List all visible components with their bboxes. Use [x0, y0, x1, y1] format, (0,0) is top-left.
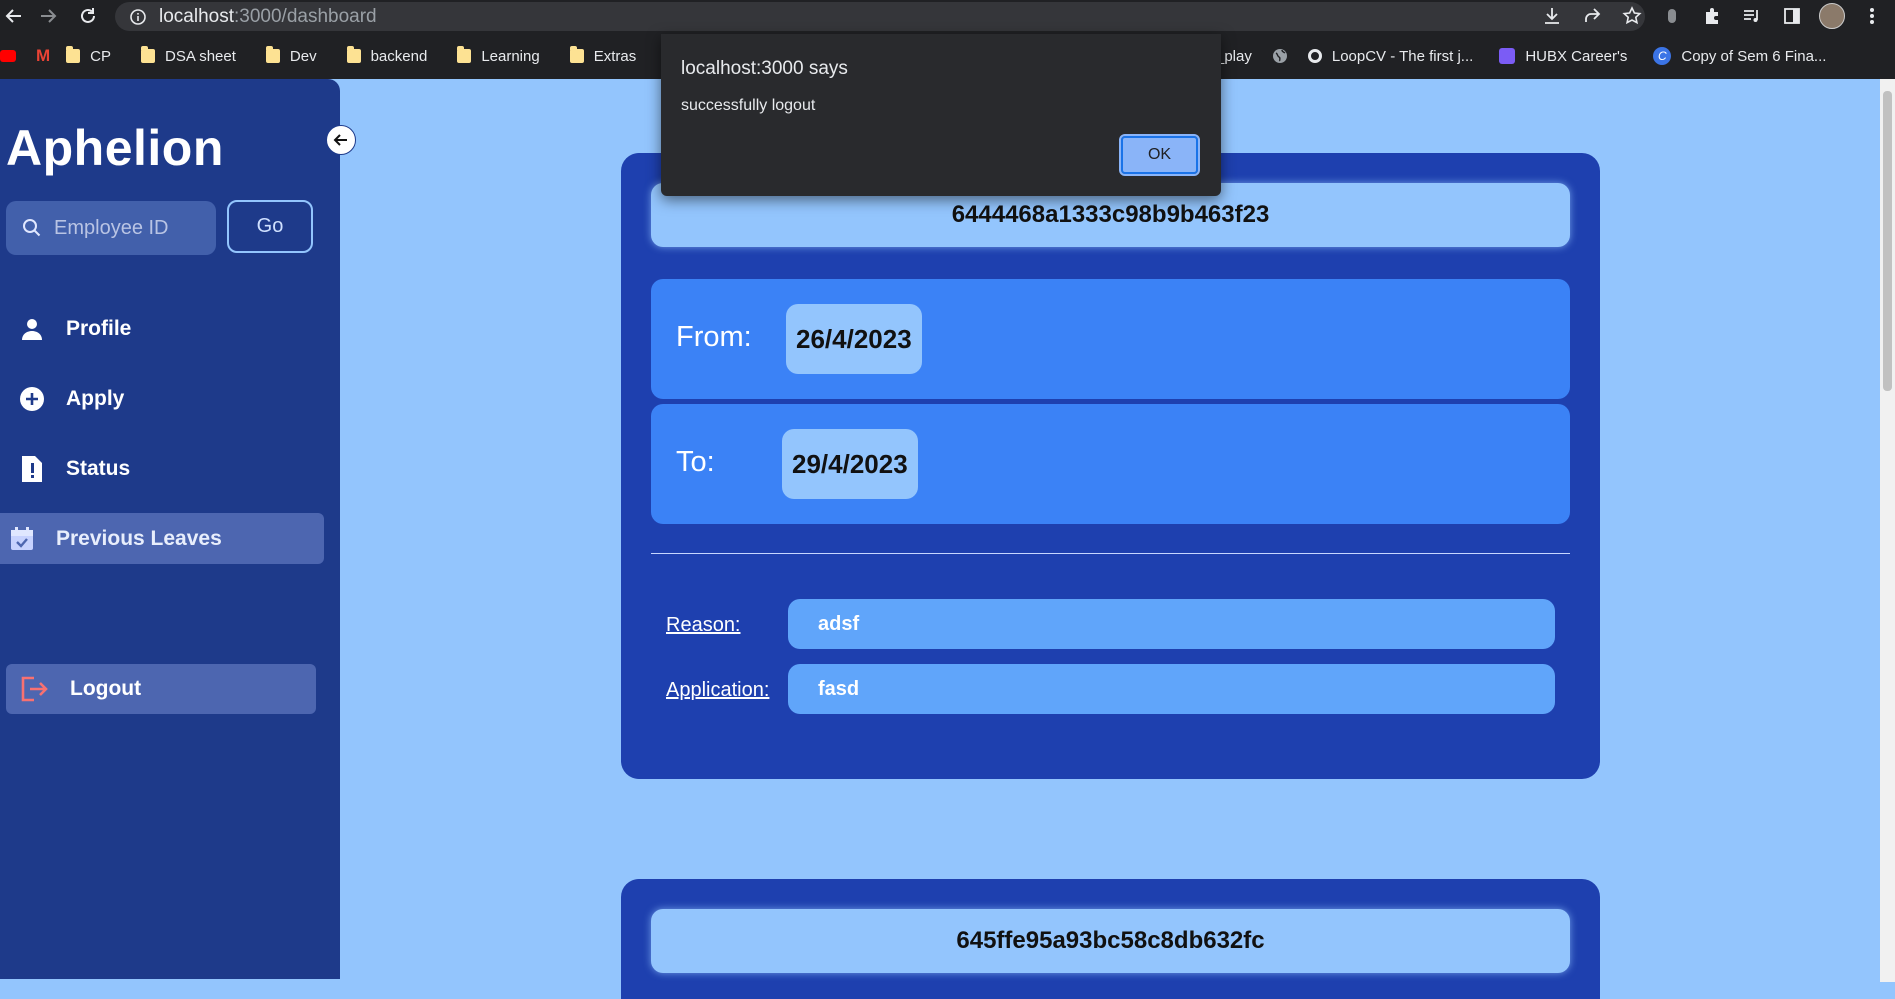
- brand-title: Aphelion: [6, 120, 224, 176]
- forward-icon[interactable]: [34, 2, 62, 30]
- to-label: To:: [676, 446, 715, 478]
- folder-icon: [346, 46, 361, 63]
- profile-avatar[interactable]: [1819, 3, 1845, 29]
- sidebar-item-label: Previous Leaves: [56, 526, 222, 550]
- sidebar-item-profile[interactable]: Profile: [18, 315, 131, 343]
- extension-icon[interactable]: [1659, 3, 1685, 29]
- ok-button[interactable]: OK: [1119, 134, 1200, 176]
- list-icon: [1499, 48, 1516, 64]
- reason-value: adsf: [788, 599, 1555, 649]
- application-label: Application:: [666, 679, 770, 701]
- from-date-row: From: 26/4/2023: [651, 279, 1570, 399]
- folder-icon: [141, 46, 156, 63]
- sidebar-item-label: Profile: [66, 317, 132, 340]
- folder-icon: [66, 46, 81, 63]
- browser-actions: [1539, 3, 1885, 29]
- bookmark-loopcv[interactable]: LoopCV - The first j...: [1302, 41, 1483, 71]
- arrow-left-icon: [333, 132, 349, 148]
- alert-message: successfully logout: [681, 97, 816, 114]
- bookmark-label: LoopCV - The first j...: [1331, 47, 1474, 65]
- bookmark-folder[interactable]: CP: [60, 41, 121, 71]
- sidebar-item-label: Apply: [66, 387, 125, 410]
- to-date-value: 29/4/2023: [782, 429, 918, 499]
- bookmark-label: CP: [90, 47, 112, 65]
- canva-icon: C: [1653, 47, 1672, 65]
- bookmark-folder[interactable]: DSA sheet: [135, 41, 246, 71]
- media-icon[interactable]: [1739, 3, 1765, 29]
- logout-button[interactable]: Logout: [6, 664, 316, 714]
- alert-dialog: localhost:3000 says successfully logout …: [661, 34, 1221, 196]
- share-icon[interactable]: [1579, 3, 1605, 29]
- bookmark-globe[interactable]: [1266, 41, 1298, 71]
- collapse-sidebar-button[interactable]: [326, 125, 356, 155]
- bookmark-folder[interactable]: Extras: [564, 41, 647, 71]
- bookmark-label: Dev: [289, 47, 317, 65]
- bookmark-folder[interactable]: Dev: [260, 41, 327, 71]
- folder-icon: [569, 46, 584, 63]
- site-info-icon[interactable]: [129, 8, 147, 26]
- url-host: localhost: [159, 5, 234, 27]
- gmail-bookmark[interactable]: M: [30, 41, 60, 71]
- bookmark-label: Extras: [593, 47, 637, 65]
- logout-icon: [20, 676, 48, 702]
- loopcv-icon: [1307, 49, 1322, 63]
- search-icon: [22, 218, 42, 238]
- youtube-icon: [0, 50, 16, 62]
- bookmark-label: Learning: [481, 47, 540, 65]
- folder-icon: [265, 46, 280, 63]
- bookmark-label: Copy of Sem 6 Fina...: [1681, 47, 1827, 65]
- sidebar: Aphelion Go Profile Apply Status Previou…: [0, 79, 340, 979]
- menu-kebab-icon[interactable]: [1859, 3, 1885, 29]
- bookmark-label: HUBX Career's: [1525, 47, 1628, 65]
- url-path: :3000/dashboard: [234, 5, 377, 27]
- to-date-row: To: 29/4/2023: [651, 404, 1570, 524]
- youtube-bookmark[interactable]: [0, 41, 30, 71]
- globe-icon: [1272, 48, 1288, 64]
- leave-card: 645ffe95a93bc58c8db632fc: [621, 879, 1600, 999]
- browser-toolbar: localhost:3000/dashboard: [0, 0, 1895, 33]
- divider: [651, 553, 1570, 554]
- gmail-icon: M: [36, 46, 51, 65]
- bookmark-star-icon[interactable]: [1619, 3, 1645, 29]
- back-icon[interactable]: [0, 2, 28, 30]
- page-scrollbar[interactable]: [1880, 79, 1895, 982]
- side-panel-icon[interactable]: [1779, 3, 1805, 29]
- sidebar-item-previous-leaves[interactable]: Previous Leaves: [0, 513, 324, 564]
- bookmark-copy-sem[interactable]: C Copy of Sem 6 Fina...: [1647, 41, 1836, 71]
- from-date-value: 26/4/2023: [786, 304, 922, 374]
- plus-circle-icon: [18, 385, 46, 413]
- logout-label: Logout: [70, 677, 142, 700]
- download-icon[interactable]: [1539, 3, 1565, 29]
- reason-label: Reason:: [666, 614, 741, 636]
- url-text: localhost:3000/dashboard: [159, 6, 377, 28]
- file-alert-icon: [18, 455, 46, 483]
- employee-id-input[interactable]: [52, 215, 206, 241]
- sidebar-item-apply[interactable]: Apply: [18, 385, 124, 413]
- bookmark-label: DSA sheet: [165, 47, 236, 65]
- leave-id: 645ffe95a93bc58c8db632fc: [651, 909, 1570, 973]
- sidebar-item-label: Status: [66, 457, 131, 480]
- folder-icon: [457, 46, 472, 63]
- reload-icon[interactable]: [74, 2, 102, 30]
- go-button[interactable]: Go: [227, 200, 313, 253]
- bookmark-label: backend: [370, 47, 428, 65]
- employee-search[interactable]: [6, 201, 216, 255]
- person-icon: [18, 315, 46, 343]
- scrollbar-thumb[interactable]: [1883, 91, 1892, 391]
- application-value: fasd: [788, 664, 1555, 714]
- sidebar-item-status[interactable]: Status: [18, 455, 130, 483]
- calendar-check-icon: [8, 525, 36, 553]
- bookmark-hubx[interactable]: HUBX Career's: [1493, 41, 1637, 71]
- puzzle-icon[interactable]: [1699, 3, 1725, 29]
- address-bar[interactable]: localhost:3000/dashboard: [115, 2, 1645, 31]
- bookmark-folder[interactable]: backend: [341, 41, 438, 71]
- leave-card: 6444468a1333c98b9b463f23 From: 26/4/2023…: [621, 153, 1600, 779]
- bookmark-label: _play: [1216, 47, 1252, 65]
- bookmark-folder[interactable]: Learning: [451, 41, 549, 71]
- from-label: From:: [676, 321, 752, 353]
- alert-title: localhost:3000 says: [681, 58, 848, 79]
